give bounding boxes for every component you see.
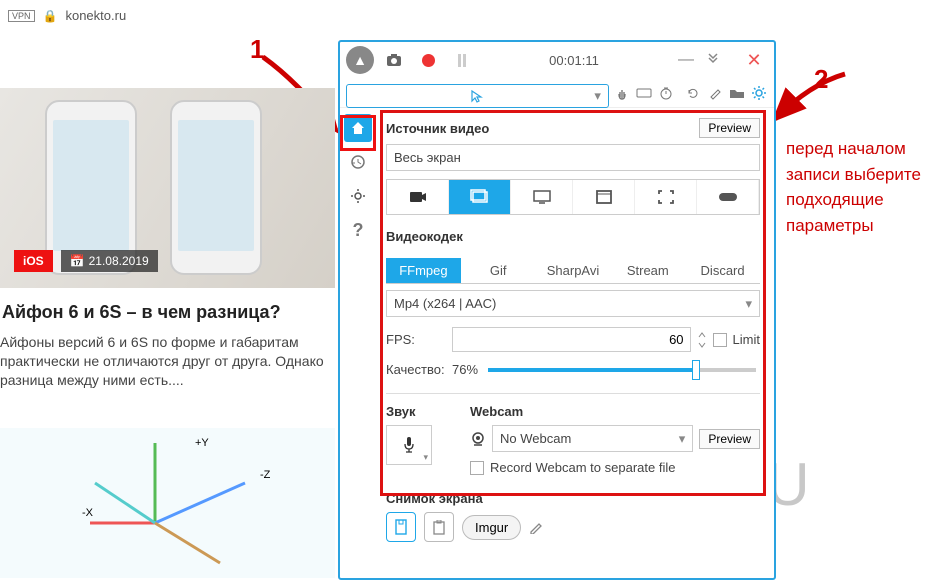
quality-row: Качество: 76% <box>386 362 760 377</box>
help-icon[interactable]: ? <box>344 216 372 244</box>
date-badge: 📅 21.08.2019 <box>61 250 158 272</box>
quality-label: Качество: <box>386 362 446 377</box>
tab-ffmpeg[interactable]: FFmpeg <box>386 258 461 283</box>
cursor-icon[interactable] <box>346 84 609 108</box>
click-icon[interactable] <box>614 81 631 105</box>
limit-checkbox[interactable] <box>713 333 727 347</box>
limit-label: Limit <box>733 332 760 347</box>
timer-icon[interactable] <box>658 81 675 105</box>
brush-icon[interactable] <box>707 81 724 105</box>
article-title[interactable]: Айфон 6 и 6S – в чем разница? <box>2 302 333 323</box>
fps-stepper[interactable] <box>697 330 707 350</box>
pause-button[interactable] <box>448 46 476 74</box>
monitor-source-icon[interactable] <box>511 180 573 214</box>
fps-input[interactable] <box>452 327 691 352</box>
svg-text:+Y: +Y <box>195 437 209 449</box>
keyboard-icon[interactable] <box>636 81 653 105</box>
camera-source-icon[interactable] <box>387 180 449 214</box>
main-panel: Источник видео Preview Весь экран Видеок… <box>376 108 774 578</box>
clipboard-icon[interactable] <box>424 512 454 542</box>
toolbar <box>340 78 774 108</box>
fps-label: FPS: <box>386 332 446 347</box>
article-body: Айфоны версий 6 и 6S по форме и габарита… <box>0 333 335 390</box>
annotation-text: перед началом записи выберите подходящие… <box>786 136 926 238</box>
collapse-icon[interactable]: ▲ <box>346 46 374 74</box>
history-icon[interactable] <box>344 148 372 176</box>
arrow-2-icon <box>770 64 850 129</box>
refresh-icon[interactable] <box>685 81 702 105</box>
source-title: Источник видео Preview <box>386 118 760 138</box>
folder-icon[interactable] <box>729 81 746 105</box>
capture-app: ▲ 00:01:11 — ✕ ? Источник видео Preview <box>338 40 776 580</box>
webcam-separate-checkbox[interactable] <box>470 461 484 475</box>
tab-discard[interactable]: Discard <box>685 258 760 283</box>
record-button[interactable] <box>414 46 442 74</box>
address-bar: VPN 🔒 konekto.ru <box>8 8 126 23</box>
settings-icon[interactable] <box>751 81 768 105</box>
source-input[interactable]: Весь экран <box>386 144 760 171</box>
url-text: konekto.ru <box>65 8 126 23</box>
mic-button[interactable] <box>386 425 432 465</box>
tab-sharpavi[interactable]: SharpAvi <box>536 258 611 283</box>
edit-icon[interactable] <box>529 520 543 534</box>
lock-icon: 🔒 <box>43 9 58 23</box>
screenshot-title: Снимок экрана <box>386 491 760 506</box>
format-select[interactable]: Mp4 (x264 | AAC) <box>386 290 760 317</box>
settings-side-icon[interactable] <box>344 182 372 210</box>
webcam-title: Webcam <box>470 404 760 419</box>
imgur-button[interactable]: Imgur <box>462 515 521 540</box>
axes-image: +Y -X -Z <box>0 428 335 578</box>
source-type-row <box>386 179 760 215</box>
screenshot-icon[interactable] <box>380 46 408 74</box>
region-source-icon[interactable] <box>635 180 697 214</box>
disk-icon[interactable] <box>386 512 416 542</box>
timer: 00:01:11 <box>482 53 666 68</box>
quality-value: 76% <box>452 362 478 377</box>
vpn-badge: VPN <box>8 10 35 22</box>
source-preview-button[interactable]: Preview <box>699 118 760 138</box>
webcam-icon <box>470 431 486 447</box>
close-button[interactable]: ✕ <box>740 50 768 71</box>
article-card: iOS 📅 21.08.2019 Айфон 6 и 6S – в чем ра… <box>0 88 335 390</box>
screen-source-icon[interactable] <box>449 180 511 214</box>
screenshot-row: Imgur <box>386 512 760 542</box>
article-image: iOS 📅 21.08.2019 <box>0 88 335 288</box>
svg-text:-Z: -Z <box>260 469 271 481</box>
codec-title: Видеокодек <box>386 229 760 244</box>
codec-tabs: FFmpeg Gif SharpAvi Stream Discard <box>386 258 760 284</box>
fps-row: FPS: Limit <box>386 327 760 352</box>
quality-slider[interactable] <box>488 368 756 372</box>
window-source-icon[interactable] <box>573 180 635 214</box>
home-icon[interactable] <box>344 114 372 142</box>
sound-title: Звук <box>386 404 456 419</box>
tab-gif[interactable]: Gif <box>461 258 536 283</box>
titlebar: ▲ 00:01:11 — ✕ <box>340 42 774 78</box>
sidebar: ? <box>340 108 376 578</box>
webcam-preview-button[interactable]: Preview <box>699 429 760 449</box>
game-source-icon[interactable] <box>697 180 759 214</box>
tab-stream[interactable]: Stream <box>610 258 685 283</box>
ios-badge[interactable]: iOS <box>14 250 53 272</box>
svg-text:-X: -X <box>82 507 94 519</box>
expand-button[interactable] <box>706 53 734 67</box>
webcam-separate-label: Record Webcam to separate file <box>490 460 675 475</box>
minimize-button[interactable]: — <box>672 51 700 69</box>
webcam-select[interactable]: No Webcam <box>492 425 693 452</box>
